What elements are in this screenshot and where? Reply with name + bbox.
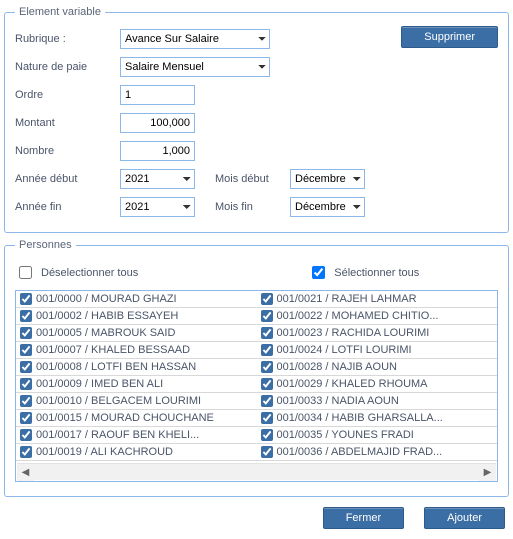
list-item-label: 001/0034 / HABIB GHARSALLA...	[277, 412, 443, 424]
personnes-listbox[interactable]: 001/0000 / MOURAD GHAZI 001/0002 / HABIB …	[15, 290, 498, 482]
list-item-label: 001/0029 / KHALED RHOUMA	[277, 378, 428, 390]
list-item-checkbox[interactable]	[20, 412, 32, 424]
list-item-checkbox[interactable]	[20, 293, 32, 305]
list-item-checkbox[interactable]	[261, 395, 273, 407]
list-item-label: 001/0008 / LOTFI BEN HASSAN	[36, 361, 196, 373]
list-item-checkbox[interactable]	[20, 429, 32, 441]
list-item[interactable]: 001/0028 / NAJIB AOUN	[257, 359, 498, 376]
list-item[interactable]: 001/0021 / RAJEH LAHMAR	[257, 291, 498, 308]
list-item-checkbox[interactable]	[20, 378, 32, 390]
nombre-input[interactable]	[120, 141, 195, 161]
list-item[interactable]: 001/0015 / MOURAD CHOUCHANE	[16, 410, 257, 427]
select-all-checkbox[interactable]	[312, 266, 325, 279]
list-item[interactable]: 001/0034 / HABIB GHARSALLA...	[257, 410, 498, 427]
list-item-checkbox[interactable]	[261, 446, 273, 458]
horizontal-scrollbar[interactable]: ◀ ▶	[17, 463, 496, 480]
personnes-legend: Personnes	[15, 239, 76, 251]
list-item[interactable]: 001/0000 / MOURAD GHAZI	[16, 291, 257, 308]
fermer-button[interactable]: Fermer	[323, 507, 404, 529]
list-item-label: 001/0010 / BELGACEM LOURIMI	[36, 395, 201, 407]
list-item-checkbox[interactable]	[261, 327, 273, 339]
list-item-label: 001/0015 / MOURAD CHOUCHANE	[36, 412, 214, 424]
deselect-all-label[interactable]: Déselectionner tous	[15, 263, 138, 282]
nature-select[interactable]: Salaire Mensuel	[120, 57, 270, 77]
list-item[interactable]: 001/0002 / HABIB ESSAYEH	[16, 308, 257, 325]
mois-fin-select[interactable]: Décembre	[290, 197, 365, 217]
list-item[interactable]: 001/0009 / IMED BEN ALI	[16, 376, 257, 393]
list-item-label: 001/0024 / LOTFI LOURIMI	[277, 344, 412, 356]
element-variable-group: Element variable Supprimer Rubrique : Av…	[4, 6, 509, 233]
list-item-checkbox[interactable]	[261, 378, 273, 390]
rubrique-select[interactable]: Avance Sur Salaire	[120, 29, 270, 49]
list-item-label: 001/0019 / ALI KACHROUD	[36, 446, 173, 458]
list-item[interactable]: 001/0005 / MABROUK SAID	[16, 325, 257, 342]
list-item[interactable]: 001/0010 / BELGACEM LOURIMI	[16, 393, 257, 410]
list-item-label: 001/0035 / YOUNES FRADI	[277, 429, 414, 441]
list-item[interactable]: 001/0023 / RACHIDA LOURIMI	[257, 325, 498, 342]
select-all-label[interactable]: Sélectionner tous	[308, 263, 419, 282]
list-item[interactable]: 001/0007 / KHALED BESSAAD	[16, 342, 257, 359]
list-item[interactable]: 001/0029 / KHALED RHOUMA	[257, 376, 498, 393]
list-item-checkbox[interactable]	[261, 361, 273, 373]
list-item-label: 001/0036 / ABDELMAJID FRAD...	[277, 446, 443, 458]
list-item-label: 001/0033 / NADIA AOUN	[277, 395, 399, 407]
mois-debut-select[interactable]: Décembre	[290, 169, 365, 189]
list-item[interactable]: 001/0019 / ALI KACHROUD	[16, 444, 257, 461]
nombre-label: Nombre	[15, 145, 120, 157]
list-item[interactable]: 001/0008 / LOTFI BEN HASSAN	[16, 359, 257, 376]
deselect-all-checkbox[interactable]	[19, 266, 32, 279]
montant-input[interactable]	[120, 113, 195, 133]
list-item-label: 001/0022 / MOHAMED CHITIO...	[277, 310, 439, 322]
list-item-checkbox[interactable]	[261, 412, 273, 424]
list-item-label: 001/0017 / RAOUF BEN KHELI...	[36, 429, 199, 441]
element-variable-legend: Element variable	[15, 6, 105, 18]
annee-debut-select[interactable]: 2021	[120, 169, 195, 189]
list-item-checkbox[interactable]	[20, 327, 32, 339]
scroll-right-arrow[interactable]: ▶	[479, 464, 496, 481]
annee-fin-select[interactable]: 2021	[120, 197, 195, 217]
mois-fin-label: Mois fin	[215, 201, 290, 213]
list-item-label: 001/0021 / RAJEH LAHMAR	[277, 293, 417, 305]
list-item-checkbox[interactable]	[261, 293, 273, 305]
ordre-input[interactable]	[120, 85, 195, 105]
list-item-label: 001/0023 / RACHIDA LOURIMI	[277, 327, 430, 339]
montant-label: Montant	[15, 117, 120, 129]
rubrique-label: Rubrique :	[15, 33, 120, 45]
list-item-checkbox[interactable]	[20, 395, 32, 407]
list-item-checkbox[interactable]	[261, 310, 273, 322]
list-item-label: 001/0005 / MABROUK SAID	[36, 327, 175, 339]
scroll-left-arrow[interactable]: ◀	[17, 464, 34, 481]
ordre-label: Ordre	[15, 89, 120, 101]
list-item-label: 001/0002 / HABIB ESSAYEH	[36, 310, 178, 322]
personnes-group: Personnes Déselectionner tous Sélectionn…	[4, 239, 509, 497]
list-item-checkbox[interactable]	[20, 446, 32, 458]
list-item-label: 001/0009 / IMED BEN ALI	[36, 378, 163, 390]
annee-fin-label: Année fin	[15, 201, 120, 213]
list-item-label: 001/0000 / MOURAD GHAZI	[36, 293, 177, 305]
list-item-checkbox[interactable]	[20, 310, 32, 322]
mois-debut-label: Mois début	[215, 173, 290, 185]
list-item-checkbox[interactable]	[20, 344, 32, 356]
list-item[interactable]: 001/0022 / MOHAMED CHITIO...	[257, 308, 498, 325]
list-item-checkbox[interactable]	[261, 429, 273, 441]
list-item-label: 001/0007 / KHALED BESSAAD	[36, 344, 190, 356]
list-item[interactable]: 001/0036 / ABDELMAJID FRAD...	[257, 444, 498, 461]
list-item[interactable]: 001/0024 / LOTFI LOURIMI	[257, 342, 498, 359]
list-item-checkbox[interactable]	[20, 361, 32, 373]
list-item[interactable]: 001/0017 / RAOUF BEN KHELI...	[16, 427, 257, 444]
list-item[interactable]: 001/0033 / NADIA AOUN	[257, 393, 498, 410]
ajouter-button[interactable]: Ajouter	[424, 507, 505, 529]
list-item[interactable]: 001/0035 / YOUNES FRADI	[257, 427, 498, 444]
annee-debut-label: Année début	[15, 173, 120, 185]
supprimer-button[interactable]: Supprimer	[401, 26, 498, 48]
list-item-checkbox[interactable]	[261, 344, 273, 356]
list-item-label: 001/0028 / NAJIB AOUN	[277, 361, 397, 373]
nature-label: Nature de paie	[15, 61, 120, 73]
